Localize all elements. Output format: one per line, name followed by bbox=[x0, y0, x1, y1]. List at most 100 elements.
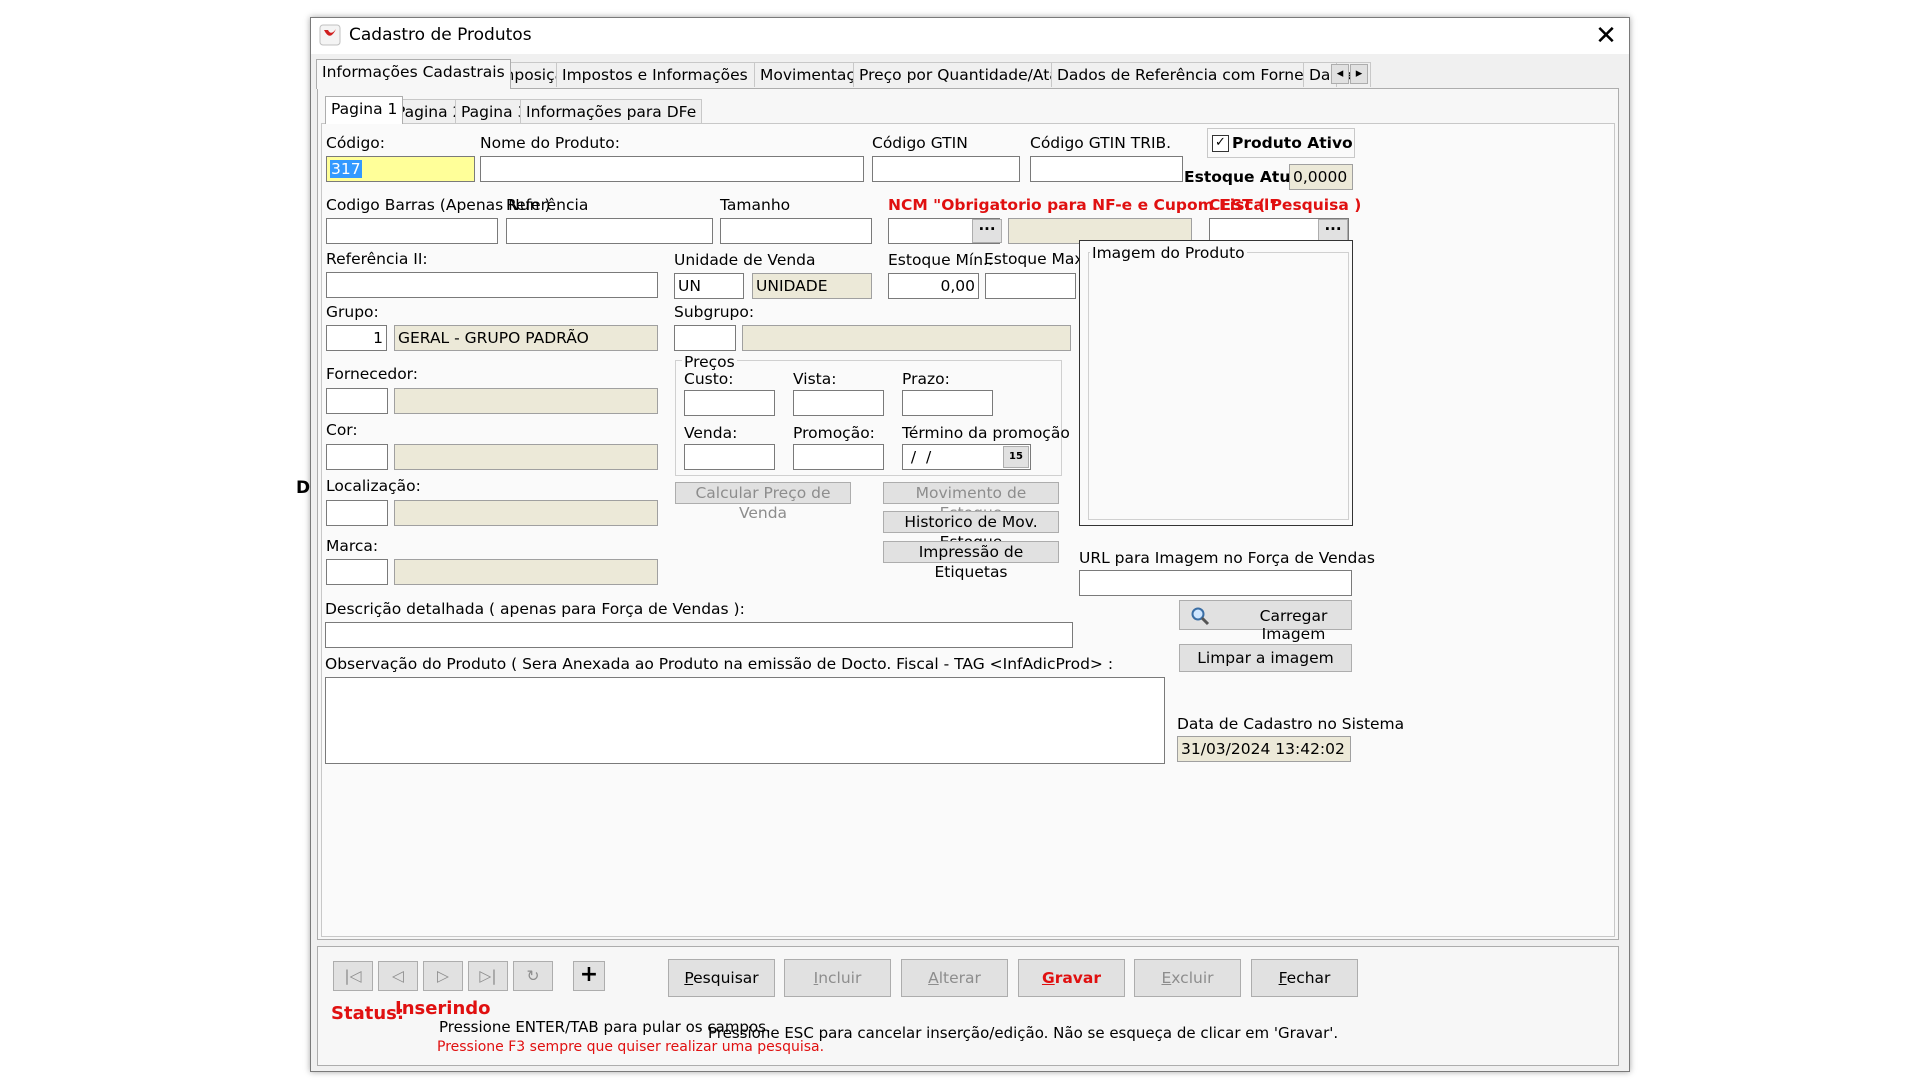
nome-produto-input[interactable] bbox=[480, 156, 864, 182]
codigo-barras-input[interactable] bbox=[326, 218, 498, 244]
referencia-label: Referência bbox=[506, 196, 589, 214]
subtab-pagina-1[interactable]: Pagina 1 bbox=[325, 96, 404, 124]
incluir-button[interactable]: Incluir bbox=[784, 959, 891, 997]
gravar-button[interactable]: Gravar bbox=[1018, 959, 1125, 997]
termino-promocao-label: Término da promoção bbox=[902, 424, 1070, 442]
calcular-preco-venda-button[interactable]: Calcular Preço de Venda bbox=[675, 482, 851, 522]
tab-page-panel: Pagina 1 Pagina 2 Pagina 3 Informações p… bbox=[317, 88, 1619, 940]
window-title: Cadastro de Produtos bbox=[349, 25, 532, 45]
unidade-venda-code[interactable]: UN bbox=[674, 273, 744, 299]
referencia-ii-input[interactable] bbox=[326, 272, 658, 298]
subtab-informacoes-dfe[interactable]: Informações para DFe bbox=[520, 99, 703, 124]
produto-ativo-checkbox[interactable]: ✓ bbox=[1212, 135, 1229, 152]
alterar-button[interactable]: Alterar bbox=[901, 959, 1008, 997]
referencia-input[interactable] bbox=[506, 218, 713, 244]
grupo-desc: GERAL - GRUPO PADRÃO bbox=[394, 325, 658, 351]
tamanho-label: Tamanho bbox=[720, 196, 791, 214]
cor-label: Cor: bbox=[326, 421, 358, 439]
fornecedor-code[interactable] bbox=[326, 388, 388, 414]
fornecedor-label: Fornecedor: bbox=[326, 365, 419, 383]
grupo-code[interactable]: 1 bbox=[326, 325, 387, 351]
url-imagem-label: URL para Imagem no Força de Vendas bbox=[1079, 549, 1375, 567]
custo-input[interactable] bbox=[684, 390, 775, 416]
localizacao-code[interactable] bbox=[326, 500, 388, 526]
status-label: Status: bbox=[331, 1003, 405, 1024]
subgrupo-label: Subgrupo: bbox=[674, 303, 755, 321]
form-area: Código: 317 Nome do Produto: Código GTIN… bbox=[321, 123, 1615, 937]
estoque-atual-input: 0,0000 bbox=[1289, 164, 1353, 190]
gravar-mnemonic: G bbox=[1041, 969, 1055, 987]
codigo-gtin-trib-input[interactable] bbox=[1030, 156, 1183, 182]
data-cadastro-label: Data de Cadastro no Sistema bbox=[1177, 715, 1405, 733]
bottom-toolbar: |◁ ◁ ▷ ▷| ↻ + Pesquisar Incluir Alterar … bbox=[317, 946, 1619, 1066]
side-letter: D bbox=[296, 478, 311, 498]
prazo-input[interactable] bbox=[902, 390, 993, 416]
limpar-imagem-button[interactable]: Limpar a imagem bbox=[1179, 644, 1352, 672]
pesquisar-button[interactable]: Pesquisar bbox=[668, 959, 775, 997]
localizacao-label: Localização: bbox=[326, 477, 421, 495]
movimento-estoque-button[interactable]: Movimento de Estoque bbox=[883, 482, 1059, 522]
cor-desc bbox=[394, 444, 658, 470]
observacao-textarea[interactable] bbox=[325, 677, 1165, 764]
close-icon[interactable]: ✕ bbox=[1587, 19, 1625, 53]
nome-produto-label: Nome do Produto: bbox=[480, 134, 620, 152]
cor-code[interactable] bbox=[326, 444, 388, 470]
observacao-label: Observação do Produto ( Sera Anexada ao … bbox=[325, 655, 1114, 673]
vista-input[interactable] bbox=[793, 390, 884, 416]
tamanho-input[interactable] bbox=[720, 218, 872, 244]
codigo-label: Código: bbox=[326, 134, 385, 152]
tab-scroll-left-icon[interactable]: ◂ bbox=[1331, 64, 1349, 84]
codigo-input[interactable]: 317 bbox=[326, 156, 475, 182]
url-imagem-input[interactable] bbox=[1079, 570, 1352, 596]
estoque-max-input[interactable] bbox=[985, 273, 1076, 299]
nav-next-button[interactable]: ▷ bbox=[423, 961, 463, 991]
localizacao-desc bbox=[394, 500, 658, 526]
precos-title: Preços bbox=[682, 353, 737, 371]
add-record-button[interactable]: + bbox=[573, 961, 605, 991]
promocao-input[interactable] bbox=[793, 444, 884, 470]
fornecedor-desc bbox=[394, 388, 658, 414]
nav-last-button[interactable]: ▷| bbox=[468, 961, 508, 991]
hint-f3: Pressione F3 sempre que quiser realizar … bbox=[437, 1039, 825, 1055]
produto-ativo-label: Produto Ativo bbox=[1232, 134, 1353, 152]
imagem-produto-frame: Imagem do Produto bbox=[1079, 240, 1353, 526]
subgrupo-desc bbox=[742, 325, 1071, 351]
imagem-produto-label: Imagem do Produto bbox=[1090, 244, 1247, 262]
incluir-label: ncluir bbox=[818, 969, 862, 987]
estoque-min-input[interactable]: 0,00 bbox=[888, 273, 979, 299]
venda-label: Venda: bbox=[684, 424, 738, 442]
unidade-venda-label: Unidade de Venda bbox=[674, 251, 816, 269]
magnifier-icon bbox=[1191, 607, 1210, 626]
cest-label: CEST ( Pesquisa ) bbox=[1209, 196, 1362, 214]
tab-scroll-right-icon[interactable]: ▸ bbox=[1350, 64, 1368, 84]
carregar-imagem-label: Carregar Imagem bbox=[1259, 607, 1328, 643]
fechar-button[interactable]: Fechar bbox=[1251, 959, 1358, 997]
tab-informacoes-cadastrais[interactable]: Informações Cadastrais bbox=[316, 59, 511, 89]
descricao-detalhada-input[interactable] bbox=[325, 622, 1073, 648]
nav-first-button[interactable]: |◁ bbox=[333, 961, 373, 991]
codigo-gtin-trib-label: Código GTIN TRIB. bbox=[1030, 134, 1172, 152]
estoque-min-label: Estoque Mín.: bbox=[888, 251, 994, 269]
excluir-label: xcluir bbox=[1171, 969, 1214, 987]
calendar-icon[interactable]: 15 bbox=[1003, 446, 1029, 468]
cadastro-produtos-window: Cadastro de Produtos ✕ Informações Cadas… bbox=[310, 17, 1630, 1072]
nav-prev-button[interactable]: ◁ bbox=[378, 961, 418, 991]
codigo-gtin-input[interactable] bbox=[872, 156, 1020, 182]
impressao-etiquetas-button[interactable]: Impressão de Etiquetas bbox=[883, 541, 1059, 581]
historico-mov-estoque-button[interactable]: Historico de Mov. Estoque bbox=[883, 511, 1059, 551]
app-logo-icon bbox=[319, 24, 341, 46]
subgrupo-code[interactable] bbox=[674, 325, 736, 351]
alterar-mnemonic: A bbox=[928, 969, 939, 987]
marca-code[interactable] bbox=[326, 559, 388, 585]
descricao-detalhada-label: Descrição detalhada ( apenas para Força … bbox=[325, 600, 745, 618]
refresh-icon[interactable]: ↻ bbox=[513, 961, 553, 991]
prazo-label: Prazo: bbox=[902, 370, 950, 388]
pesquisar-mnemonic: P bbox=[684, 969, 694, 987]
produto-ativo-checkbox-area[interactable]: ✓ Produto Ativo bbox=[1207, 128, 1355, 158]
venda-input[interactable] bbox=[684, 444, 775, 470]
ncm-search-button[interactable]: ··· bbox=[972, 219, 1002, 243]
excluir-button[interactable]: Excluir bbox=[1134, 959, 1241, 997]
carregar-imagem-button[interactable]: Carregar Imagem bbox=[1179, 600, 1352, 643]
custo-label: Custo: bbox=[684, 370, 734, 388]
grupo-label: Grupo: bbox=[326, 303, 379, 321]
